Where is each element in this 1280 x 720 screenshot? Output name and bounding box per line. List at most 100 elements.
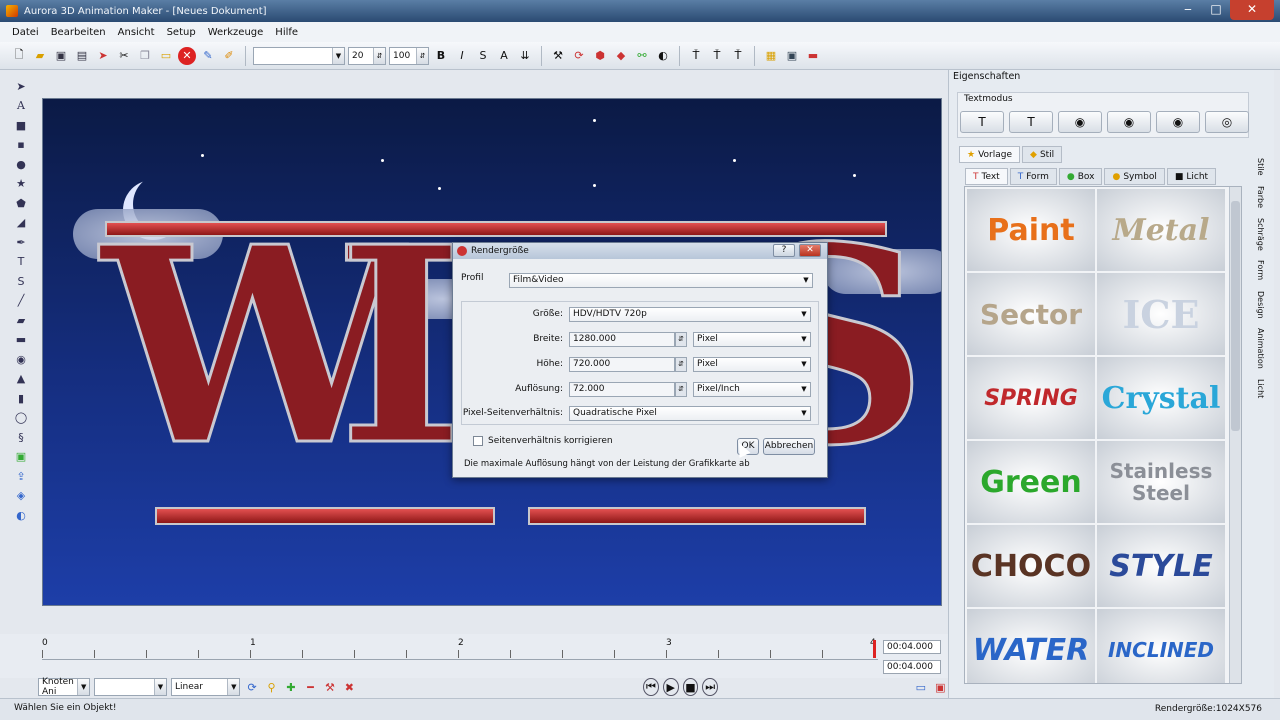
copy-icon[interactable]: ❐ <box>136 47 154 65</box>
select-arrow-icon[interactable]: ➤ <box>13 78 29 94</box>
style-tile-water[interactable]: WATER <box>967 609 1095 683</box>
style-tile-choco[interactable]: CHOCO <box>967 525 1095 607</box>
height-input[interactable]: 720.000 <box>569 357 675 372</box>
red-bottom-bar-right[interactable] <box>528 507 866 525</box>
preview-icon[interactable]: ▭ <box>913 678 928 696</box>
tab-stil[interactable]: ◆ Stil <box>1022 146 1063 163</box>
subtab-licht[interactable]: ■ Licht <box>1166 168 1217 185</box>
cone-tool-icon[interactable]: ▲ <box>13 371 29 387</box>
star-tool-icon[interactable]: ★ <box>13 176 29 192</box>
text-mode-flat-icon[interactable]: T <box>960 111 1004 133</box>
style-tile-crystal[interactable]: Crystal <box>1097 357 1225 439</box>
spring-tool-icon[interactable]: § <box>13 429 29 445</box>
width-input[interactable]: 1280.000 <box>569 332 675 347</box>
interpolation-select[interactable]: Linear ▼ <box>171 678 241 696</box>
style-tile-metal[interactable]: Metal <box>1097 189 1225 271</box>
open-folder-icon[interactable]: ▰ <box>31 47 49 65</box>
italic-button[interactable]: I <box>453 47 471 65</box>
style-tile-style[interactable]: STYLE <box>1097 525 1225 607</box>
checkbox-box[interactable] <box>473 436 483 446</box>
style-tile-inclined[interactable]: INCLINED <box>1097 609 1225 683</box>
camera-tool-icon[interactable]: ◈ <box>13 488 29 504</box>
text-box-tool-icon[interactable]: T <box>13 254 29 270</box>
height-unit-select[interactable]: Pixel ▼ <box>693 357 811 372</box>
screen-icon[interactable]: ▣ <box>783 47 801 65</box>
width-unit-select[interactable]: Pixel ▼ <box>693 332 811 347</box>
subtab-symbol[interactable]: ● Symbol <box>1104 168 1165 185</box>
align-icon[interactable]: ⇊ <box>516 47 534 65</box>
timeline-ruler[interactable]: 0 1 2 3 4 <box>42 638 878 660</box>
sphere-tool-icon[interactable]: ◉ <box>13 351 29 367</box>
line-tool-icon[interactable]: ╱ <box>13 293 29 309</box>
transform-icon[interactable]: ⚒ <box>549 47 567 65</box>
text-mode-round-icon[interactable]: ◉ <box>1058 111 1102 133</box>
width-spinner[interactable]: ⇵ <box>675 332 687 347</box>
rotate-icon[interactable]: ⟳ <box>570 47 588 65</box>
record-icon[interactable]: ▣ <box>933 678 948 696</box>
bold-button[interactable]: B <box>432 47 450 65</box>
rectangle-tool-icon[interactable]: ■ <box>13 117 29 133</box>
cube-icon[interactable]: ◆ <box>612 47 630 65</box>
save-as-icon[interactable]: ▤ <box>73 47 91 65</box>
side-tab-farbe[interactable]: Farbe <box>1256 186 1265 208</box>
style-tile-stainless-steel[interactable]: Stainless Steel <box>1097 441 1225 523</box>
total-time-field[interactable]: 00:04.000 <box>883 660 941 674</box>
style-tile-ice[interactable]: ICE <box>1097 273 1225 355</box>
render-icon[interactable]: ▬ <box>804 47 822 65</box>
key-search-icon[interactable]: ⚲ <box>264 678 279 696</box>
play-icon[interactable]: ▶ <box>662 678 679 696</box>
menu-werkzeuge[interactable]: Werkzeuge <box>202 27 270 38</box>
menu-ansicht[interactable]: Ansicht <box>112 27 161 38</box>
globe-icon[interactable]: ◐ <box>654 47 672 65</box>
delete-icon[interactable]: ✕ <box>178 46 196 65</box>
prev-frame-icon[interactable]: ⏮ <box>643 678 659 696</box>
delete-key-icon[interactable]: ✖ <box>342 678 357 696</box>
resolution-unit-select[interactable]: Pixel/Inch ▼ <box>693 382 811 397</box>
brush-icon[interactable]: ✎ <box>199 47 217 65</box>
text-align-right-icon[interactable]: Ť <box>729 47 747 65</box>
maximize-button[interactable]: □ <box>1202 0 1230 20</box>
cut-icon[interactable]: ✂ <box>115 47 133 65</box>
loop-icon[interactable]: ⟳ <box>244 678 259 696</box>
link-icon[interactable]: ⚯ <box>633 47 651 65</box>
subtab-box[interactable]: ● Box <box>1058 168 1103 185</box>
rounded-rect-tool-icon[interactable]: ▪ <box>13 137 29 153</box>
circle-tool-icon[interactable]: ● <box>13 156 29 172</box>
freeform-tool-icon[interactable]: ◢ <box>13 215 29 231</box>
side-tab-stile[interactable]: Stile <box>1256 158 1265 176</box>
gallery-scrollbar[interactable] <box>1229 187 1241 683</box>
text-mode-bevel-icon[interactable]: ◉ <box>1107 111 1151 133</box>
image-tool-icon[interactable]: ▣ <box>13 449 29 465</box>
side-tab-animation[interactable]: Animation <box>1256 328 1265 369</box>
new-file-icon[interactable]: 🗋 <box>10 47 28 65</box>
cube-tool-icon[interactable]: ▰ <box>13 312 29 328</box>
shape-icon[interactable]: ⬢ <box>591 47 609 65</box>
current-time-field[interactable]: 00:04.000 <box>883 640 941 654</box>
cylinder-tool-icon[interactable]: ▮ <box>13 390 29 406</box>
dialog-close-button[interactable]: ✕ <box>799 244 821 257</box>
text-align-left-icon[interactable]: Ť <box>687 47 705 65</box>
red-bottom-bar-left[interactable] <box>155 507 495 525</box>
subtab-text[interactable]: T Text <box>965 168 1008 185</box>
resolution-spinner[interactable]: ⇵ <box>675 382 687 397</box>
subtab-form[interactable]: T Form <box>1009 168 1057 185</box>
paste-icon[interactable]: ▭ <box>157 47 175 65</box>
keep-ratio-checkbox[interactable]: Seitenverhältnis korrigieren <box>473 436 613 446</box>
menu-bearbeiten[interactable]: Bearbeiten <box>45 27 112 38</box>
side-tab-licht[interactable]: Licht <box>1256 379 1265 398</box>
save-icon[interactable]: ▣ <box>52 47 70 65</box>
3d-letter-i[interactable]: I <box>336 210 465 483</box>
menu-setup[interactable]: Setup <box>161 27 202 38</box>
style-tile-paint[interactable]: Paint <box>967 189 1095 271</box>
next-frame-icon[interactable]: ⏭ <box>702 678 719 696</box>
font-family-select[interactable]: ▼ <box>253 46 345 65</box>
style-tile-green[interactable]: Green <box>967 441 1095 523</box>
import-tool-icon[interactable]: ⇪ <box>13 468 29 484</box>
stop-icon[interactable]: ■ <box>682 678 699 696</box>
dialog-help-button[interactable]: ? <box>773 244 795 257</box>
polygon-tool-icon[interactable]: ⬟ <box>13 195 29 211</box>
side-tab-form[interactable]: Form <box>1256 260 1265 280</box>
light-tool-icon[interactable]: ◐ <box>13 507 29 523</box>
node-animation-select[interactable]: Knoten Ani ▼ <box>38 677 91 697</box>
scrollbar-thumb[interactable] <box>1231 201 1240 431</box>
